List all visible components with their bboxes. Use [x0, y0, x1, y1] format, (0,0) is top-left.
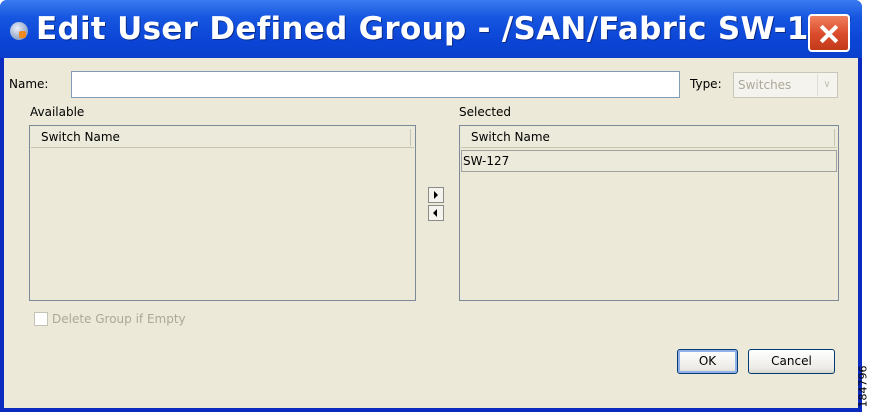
list-item-label: SW-127 — [463, 154, 510, 168]
available-column-header[interactable]: Switch Name — [31, 127, 414, 148]
name-input[interactable] — [71, 71, 680, 98]
app-icon — [10, 22, 28, 40]
window-title: Edit User Defined Group - /SAN/Fabric SW… — [36, 11, 853, 47]
arrow-right-icon — [434, 191, 438, 199]
close-button[interactable] — [808, 14, 850, 52]
column-divider — [410, 129, 411, 146]
available-label: Available — [30, 105, 85, 119]
ok-button[interactable]: OK — [677, 349, 738, 374]
column-divider — [834, 129, 835, 146]
remove-from-selected-button[interactable] — [428, 205, 444, 221]
add-to-selected-button[interactable] — [428, 187, 444, 203]
selected-column-header-label: Switch Name — [471, 130, 550, 144]
cancel-button[interactable]: Cancel — [748, 349, 835, 374]
name-label: Name: — [9, 77, 49, 91]
chevron-down-icon[interactable]: ∨ — [817, 74, 836, 96]
selected-list[interactable]: Switch Name SW-127 — [459, 125, 839, 301]
delete-if-empty-checkbox[interactable] — [34, 312, 48, 326]
type-select-value: Switches — [738, 78, 792, 92]
selected-column-header[interactable]: Switch Name — [461, 127, 837, 148]
available-column-header-label: Switch Name — [41, 130, 120, 144]
available-list[interactable]: Switch Name — [29, 125, 416, 301]
delete-if-empty-label: Delete Group if Empty — [52, 312, 186, 326]
figure-id-text: 184796 — [856, 365, 870, 408]
list-item[interactable]: SW-127 — [461, 150, 837, 172]
title-bar[interactable]: Edit User Defined Group - /SAN/Fabric SW… — [0, 0, 862, 58]
selected-label: Selected — [459, 105, 512, 119]
figure-id: 184796 — [856, 360, 874, 416]
type-label: Type: — [690, 77, 722, 91]
type-select[interactable]: Switches ∨ — [733, 72, 838, 98]
arrow-left-icon — [433, 209, 437, 217]
